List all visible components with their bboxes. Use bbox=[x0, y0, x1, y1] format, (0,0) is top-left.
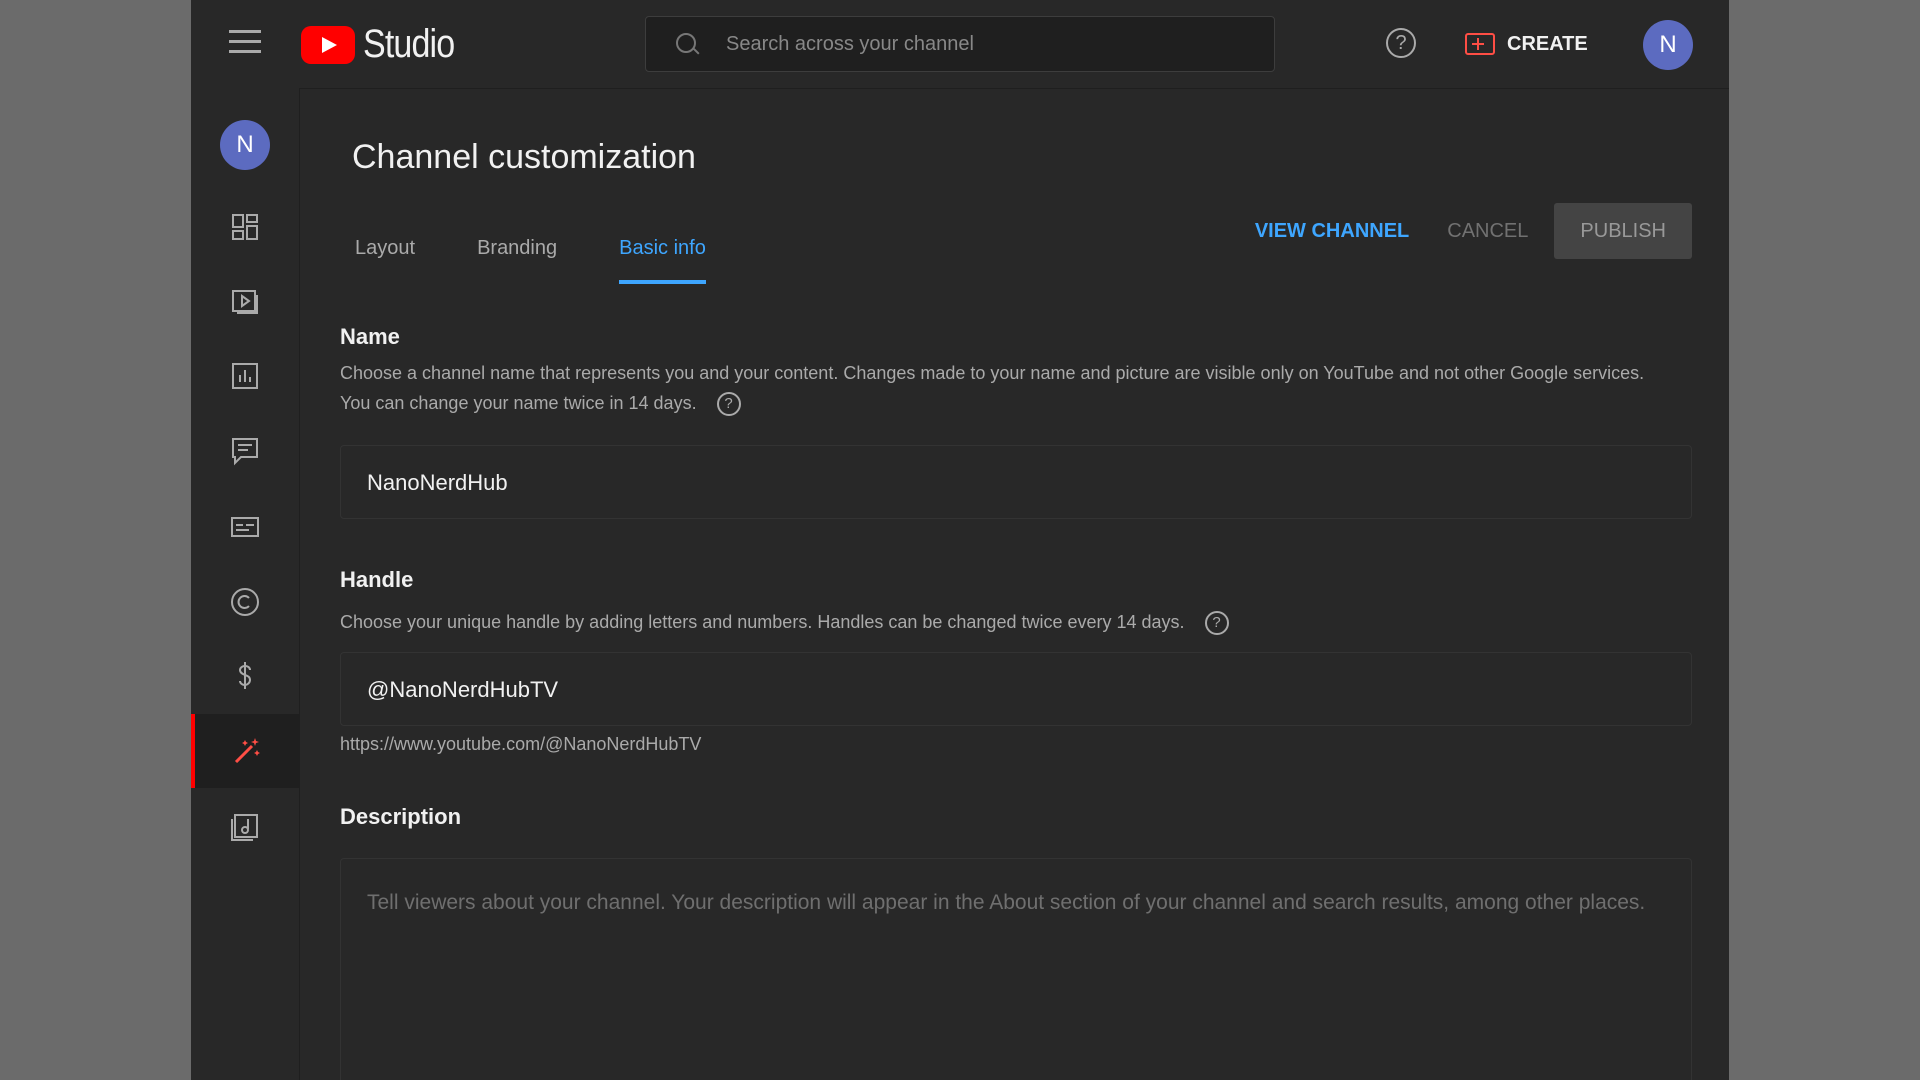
name-help-icon[interactable]: ? bbox=[716, 392, 741, 417]
publish-button[interactable]: PUBLISH bbox=[1554, 203, 1692, 259]
description-label: Description bbox=[340, 804, 462, 829]
analytics-icon bbox=[232, 363, 258, 389]
video-icon bbox=[232, 290, 258, 314]
name-field[interactable] bbox=[340, 445, 1692, 520]
subtitles-icon bbox=[231, 517, 259, 537]
studio-app: Studio ? CREATE N N bbox=[191, 0, 1729, 1080]
help-icon[interactable]: ? bbox=[1386, 28, 1416, 58]
sidebar-item-comments[interactable] bbox=[191, 414, 299, 488]
handle-description-text: Choose your unique handle by adding lett… bbox=[340, 612, 1185, 632]
sidebar-item-dashboard[interactable] bbox=[191, 190, 299, 264]
handle-input[interactable] bbox=[365, 653, 1669, 727]
audio-library-icon bbox=[231, 814, 258, 841]
search-icon[interactable] bbox=[676, 33, 698, 55]
handle-label: Handle bbox=[340, 567, 414, 592]
name-label: Name bbox=[340, 324, 400, 349]
create-label: CREATE bbox=[1507, 32, 1588, 55]
comments-icon bbox=[232, 438, 258, 466]
name-description-text: Choose a channel name that represents yo… bbox=[340, 363, 1645, 413]
handle-url[interactable]: https://www.youtube.com/@NanoNerdHubTV bbox=[340, 734, 701, 755]
handle-field[interactable] bbox=[340, 652, 1692, 727]
studio-logo[interactable]: Studio bbox=[301, 22, 470, 67]
sidebar-item-customization[interactable] bbox=[191, 714, 299, 788]
dollar-icon bbox=[238, 662, 252, 689]
brand-name: Studio bbox=[363, 22, 455, 66]
page-actions: VIEW CHANNEL CANCEL PUBLISH bbox=[1255, 203, 1692, 259]
sidebar-item-audio-library[interactable] bbox=[191, 790, 299, 864]
dashboard-icon bbox=[232, 214, 258, 240]
sidebar-item-earn[interactable] bbox=[191, 639, 299, 713]
tab-branding[interactable]: Branding bbox=[461, 228, 573, 284]
search-bar[interactable] bbox=[645, 16, 1275, 72]
handle-description: Choose your unique handle by adding lett… bbox=[340, 607, 1670, 637]
copyright-icon bbox=[231, 588, 259, 616]
page-title: Channel customization bbox=[352, 138, 696, 176]
view-channel-button[interactable]: VIEW CHANNEL bbox=[1255, 220, 1409, 243]
account-avatar[interactable]: N bbox=[1643, 20, 1693, 70]
create-button[interactable]: CREATE bbox=[1449, 20, 1604, 68]
tab-bar: Layout Branding Basic info bbox=[339, 228, 752, 284]
sidebar-item-content[interactable] bbox=[191, 264, 299, 338]
menu-icon[interactable] bbox=[229, 30, 261, 54]
youtube-logo-icon bbox=[301, 25, 355, 64]
sidebar: N bbox=[191, 88, 300, 1080]
sidebar-item-copyright[interactable] bbox=[191, 565, 299, 639]
name-description: Choose a channel name that represents yo… bbox=[340, 358, 1670, 418]
top-bar: Studio ? CREATE N bbox=[191, 0, 1729, 89]
cancel-button[interactable]: CANCEL bbox=[1447, 220, 1528, 243]
magic-wand-icon bbox=[234, 738, 260, 764]
create-video-icon bbox=[1465, 33, 1495, 55]
tab-basic-info[interactable]: Basic info bbox=[603, 228, 722, 284]
main-content: Channel customization Layout Branding Ba… bbox=[299, 88, 1729, 1080]
handle-help-icon[interactable]: ? bbox=[1204, 611, 1229, 636]
description-field[interactable] bbox=[340, 858, 1692, 1080]
sidebar-item-subtitles[interactable] bbox=[191, 490, 299, 564]
name-input[interactable] bbox=[365, 446, 1669, 520]
description-textarea[interactable] bbox=[365, 881, 1669, 1080]
tab-layout[interactable]: Layout bbox=[339, 228, 431, 284]
sidebar-item-analytics[interactable] bbox=[191, 339, 299, 413]
channel-avatar[interactable]: N bbox=[220, 120, 270, 170]
search-input[interactable] bbox=[724, 31, 1248, 57]
